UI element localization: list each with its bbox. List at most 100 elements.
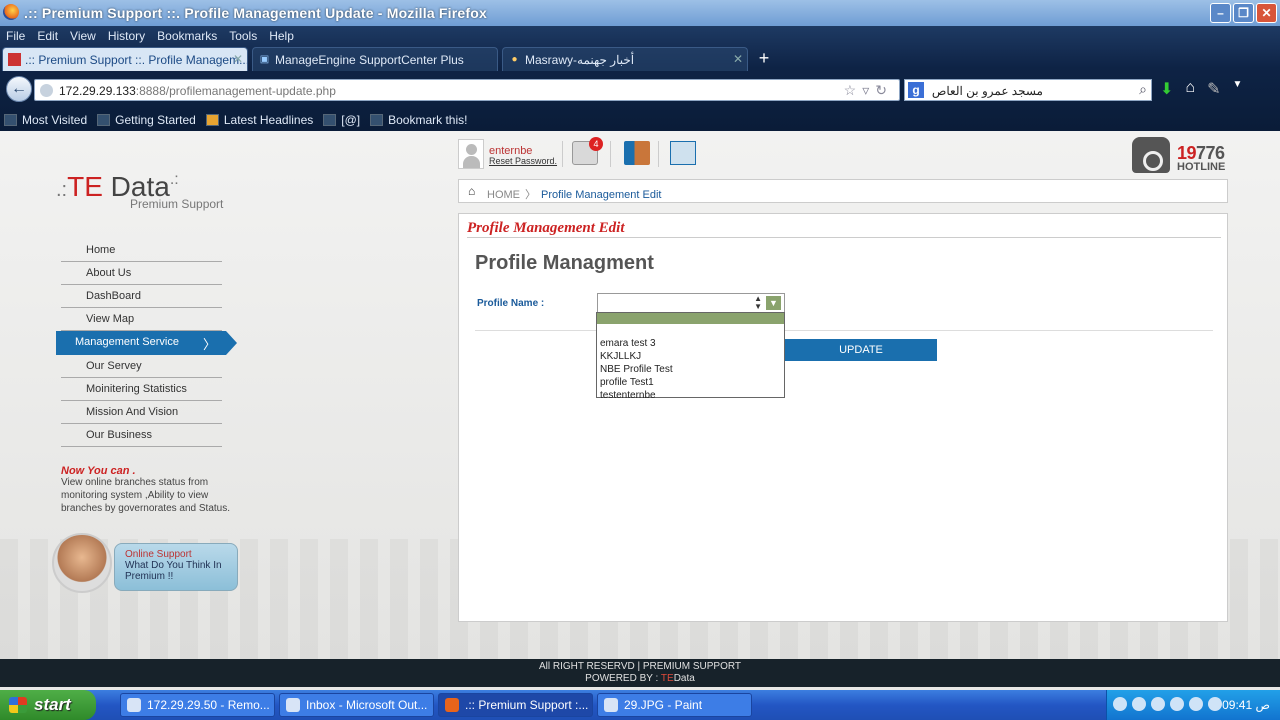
footer-powered-by: POWERED BY : TEData	[585, 673, 695, 684]
side-navigation: Home About Us DashBoard View Map Managem…	[56, 239, 237, 447]
task-remote-desktop[interactable]: 172.29.29.50 - Remo...	[120, 693, 275, 717]
tab-premium-support[interactable]: .:: Premium Support ::. Profile Managem.…	[2, 47, 248, 71]
dropdown-option[interactable]: testenternbe	[597, 389, 784, 402]
chevron-down-icon[interactable]: ▼	[766, 296, 781, 310]
menu-history[interactable]: History	[102, 27, 151, 45]
reload-icon: ↻	[875, 82, 893, 98]
dropdown-highlighted-option[interactable]	[597, 313, 784, 324]
divider	[658, 141, 659, 167]
tab-close-icon[interactable]: ✕	[733, 52, 743, 66]
update-button[interactable]: UPDATE	[785, 339, 937, 361]
google-icon[interactable]: g	[908, 82, 924, 98]
logout-icon[interactable]	[624, 141, 650, 165]
task-paint[interactable]: 29.JPG - Paint	[597, 693, 752, 717]
tab-masrawy[interactable]: ● Masrawy-أخبار جهنمه ✕	[502, 47, 748, 71]
globe-icon	[40, 84, 53, 97]
menu-chevron-icon[interactable]: ▼	[1232, 79, 1242, 99]
menu-tools[interactable]: Tools	[223, 27, 263, 45]
start-button[interactable]: start	[0, 690, 96, 720]
rss-icon	[205, 113, 219, 126]
bookmark-page-icon	[370, 113, 384, 126]
bookmark-folder-icon	[4, 113, 17, 126]
dropdown-option[interactable]: profile Test1	[597, 376, 784, 389]
addon-icon[interactable]: ✎	[1207, 79, 1220, 99]
messages-icon[interactable]: 4	[572, 137, 603, 165]
home-icon[interactable]: ⌂	[468, 185, 480, 197]
nav-dashboard[interactable]: DashBoard	[61, 285, 222, 308]
address-bar-icons[interactable]: ☆▿↻	[844, 82, 893, 99]
profile-name-dropdown[interactable]: emara test 3 KKJLLKJ NBE Profile Test pr…	[596, 312, 785, 401]
network-icon[interactable]	[1151, 697, 1165, 711]
online-support-widget[interactable]: Online Support What Do You Think In Prem…	[52, 533, 240, 593]
security-icon[interactable]	[1189, 697, 1203, 711]
tedata-logo[interactable]: .:TE Data.: Premium Support	[56, 167, 226, 212]
close-button[interactable]: ✕	[1256, 3, 1277, 23]
page-footer: All RIGHT RESERVD | PREMIUM SUPPORT POWE…	[0, 659, 1280, 687]
download-icon[interactable]: ⬇	[1160, 79, 1173, 99]
address-bar[interactable]: 172.29.29.133:8888/profilemanagement-upd…	[34, 79, 900, 101]
reset-password-link[interactable]: Reset Password.	[489, 156, 557, 166]
back-button[interactable]: ←	[6, 76, 32, 102]
home-icon[interactable]: ⌂	[1185, 79, 1195, 99]
masrawy-favicon-icon: ●	[511, 54, 518, 65]
search-box[interactable]: g مسجد عمرو بن العاص ⌕	[904, 79, 1152, 101]
support-agent-avatar	[52, 533, 112, 593]
menu-edit[interactable]: Edit	[31, 27, 64, 45]
help-icon[interactable]	[1132, 697, 1146, 711]
navigation-bar: ← 172.29.29.133:8888/profilemanagement-u…	[0, 73, 1280, 105]
firefox-icon[interactable]	[3, 4, 19, 20]
menu-help[interactable]: Help	[263, 27, 300, 45]
panel-title: Profile Management Edit	[467, 220, 625, 236]
user-icon	[458, 139, 484, 169]
search-input[interactable]: مسجد عمرو بن العاص	[932, 84, 1043, 98]
bookmark-latest-headlines[interactable]: Latest Headlines	[202, 110, 319, 128]
nav-our-business[interactable]: Our Business	[61, 424, 222, 447]
alert-icon[interactable]	[1170, 697, 1184, 711]
menu-file[interactable]: File	[0, 27, 31, 45]
breadcrumb: ⌂ HOME 〉 Profile Management Edit	[458, 179, 1228, 203]
window-title: .:: Premium Support ::. Profile Manageme…	[24, 5, 487, 21]
tab-close-icon[interactable]: ✕	[233, 52, 243, 66]
nav-about-us[interactable]: About Us	[61, 262, 222, 285]
divider	[467, 237, 1221, 238]
bookmark-most-visited[interactable]: Most Visited	[0, 110, 93, 128]
new-tab-button[interactable]: +	[752, 48, 776, 70]
add-user-icon[interactable]	[670, 141, 696, 165]
tab-label: .:: Premium Support ::. Profile Managem.…	[25, 53, 248, 67]
tab-manageengine[interactable]: ▣ ManageEngine SupportCenter Plus	[252, 47, 498, 71]
windows-logo-icon	[9, 697, 27, 713]
dropdown-option[interactable]: NBE Profile Test	[597, 363, 784, 376]
nav-our-servey[interactable]: Our Servey	[61, 355, 222, 378]
nav-view-map[interactable]: View Map	[61, 308, 222, 331]
nav-monitoring-statistics[interactable]: Moinitering Statistics	[61, 378, 222, 401]
content-panel: Profile Management Edit Profile Managmen…	[458, 213, 1228, 622]
task-firefox[interactable]: .:: Premium Support :...	[438, 693, 593, 717]
profile-name-label: Profile Name :	[477, 298, 545, 309]
dropdown-blank-option[interactable]	[597, 324, 784, 337]
dropdown-option[interactable]: KKJLLKJ	[597, 350, 784, 363]
task-outlook[interactable]: Inbox - Microsoft Out...	[279, 693, 434, 717]
support-bubble[interactable]: Online Support What Do You Think In Prem…	[114, 543, 238, 591]
bookmark-page-icon	[323, 113, 337, 126]
windows-taskbar: start 172.29.29.50 - Remo... Inbox - Mic…	[0, 690, 1280, 720]
maximize-button[interactable]: ❐	[1233, 3, 1254, 23]
breadcrumb-home[interactable]: HOME	[487, 189, 520, 201]
dropdown-option[interactable]: emara test 3	[597, 337, 784, 350]
minimize-button[interactable]: –	[1210, 3, 1231, 23]
tray-arrow-icon[interactable]	[1113, 697, 1127, 711]
nav-management-service[interactable]: Management Service	[56, 331, 237, 355]
menu-bookmarks[interactable]: Bookmarks	[151, 27, 223, 45]
breadcrumb-current: Profile Management Edit	[541, 189, 662, 201]
profile-name-select[interactable]: ▲ ▼ ▼	[597, 293, 785, 314]
spinner-icon[interactable]: ▲ ▼	[754, 295, 762, 311]
menu-bar: File Edit View History Bookmarks Tools H…	[0, 27, 300, 45]
bookmark-getting-started[interactable]: Getting Started	[93, 110, 202, 128]
search-icon[interactable]: ⌕	[1139, 81, 1147, 98]
bookmark-at[interactable]: [@]	[319, 110, 366, 128]
clock[interactable]: 09:41 ص	[1222, 698, 1270, 712]
nav-home[interactable]: Home	[61, 239, 222, 262]
nav-mission-vision[interactable]: Mission And Vision	[61, 401, 222, 424]
bookmark-this[interactable]: Bookmark this!	[366, 110, 473, 128]
chrome-icon[interactable]	[1208, 697, 1222, 711]
menu-view[interactable]: View	[64, 27, 102, 45]
